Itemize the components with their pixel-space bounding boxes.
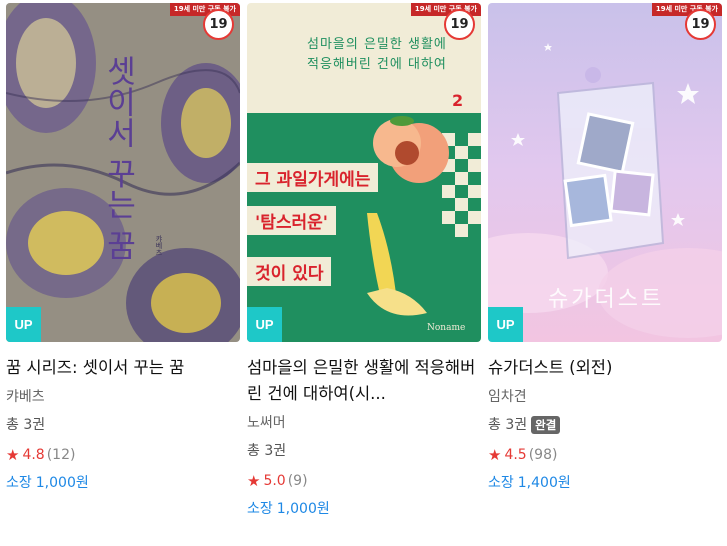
star-icon: ★ <box>488 446 502 464</box>
book-cover[interactable]: 슈가더스트 19세 미만 구독 불가 19 UP <box>488 3 722 342</box>
book-cover[interactable]: 셋이서 꾸는 꿈 캬베츠 19세 미만 구독 불가 19 UP <box>6 3 240 342</box>
rating-score: 4.8 <box>22 447 45 463</box>
book-list: 셋이서 꾸는 꿈 캬베츠 19세 미만 구독 불가 19 UP 꿈 시리즈: 셋… <box>0 0 727 546</box>
book-price: 소장 1,000원 <box>6 472 240 494</box>
volume-count-text: 총 3권 <box>488 417 528 433</box>
rating-score: 4.5 <box>504 447 527 463</box>
price-label: 소장 <box>488 475 514 491</box>
book-rating: ★ 4.5 (98) <box>488 444 722 466</box>
book-rating: ★ 5.0 (9) <box>247 470 481 492</box>
svg-text:Noname: Noname <box>427 323 465 333</box>
book-author[interactable]: 캬베츠 <box>6 386 240 408</box>
book-author[interactable]: 임차견 <box>488 386 722 408</box>
book-card[interactable]: Noname 섬마을의 은밀한 생활에 적응해버린 건에 대하여 2 그 과일가… <box>247 3 481 520</box>
up-badge: UP <box>488 307 523 342</box>
age-rating-badge: 19 <box>685 9 716 40</box>
cover-title: 셋이서 꾸는 꿈 <box>100 55 136 261</box>
book-price: 소장 1,000원 <box>247 498 481 520</box>
age-rating-badge: 19 <box>444 9 475 40</box>
book-title[interactable]: 꿈 시리즈: 셋이서 꾸는 꿈 <box>6 355 240 381</box>
price-value: 1,400원 <box>517 475 571 491</box>
volume-count: 총 3권 <box>6 414 240 436</box>
price-value: 1,000원 <box>35 475 89 491</box>
cover-tag-2: '탐스러운' <box>247 206 336 235</box>
book-card[interactable]: 셋이서 꾸는 꿈 캬베츠 19세 미만 구독 불가 19 UP 꿈 시리즈: 셋… <box>6 3 240 494</box>
cover-headline-1: 섬마을의 은밀한 생활에 <box>307 37 447 52</box>
rating-count: (9) <box>287 473 308 489</box>
age-rating-badge: 19 <box>203 9 234 40</box>
book-title[interactable]: 섬마을의 은밀한 생활에 적응해버린 건에 대하여(시... <box>247 355 481 407</box>
price-label: 소장 <box>6 475 32 491</box>
up-badge: UP <box>6 307 41 342</box>
book-price: 소장 1,400원 <box>488 472 722 494</box>
cover-title: 슈가더스트 <box>548 287 665 312</box>
rating-score: 5.0 <box>263 473 286 489</box>
volume-count-text: 총 3권 <box>6 417 46 433</box>
book-card[interactable]: 슈가더스트 19세 미만 구독 불가 19 UP 슈가더스트 (외전) 임차견 … <box>488 3 722 494</box>
cover-volume-number: 2 <box>452 91 464 110</box>
rating-count: (98) <box>528 447 558 463</box>
up-badge: UP <box>247 307 282 342</box>
complete-badge: 완결 <box>531 416 561 434</box>
book-title[interactable]: 슈가더스트 (외전) <box>488 355 722 381</box>
volume-count: 총 3권 완결 <box>488 414 722 436</box>
star-icon: ★ <box>6 446 20 464</box>
cover-headline-2: 적응해버린 건에 대하여 <box>307 57 447 72</box>
cover-author: 캬베츠 <box>155 235 163 256</box>
star-icon: ★ <box>247 472 261 490</box>
book-cover[interactable]: Noname 섬마을의 은밀한 생활에 적응해버린 건에 대하여 2 그 과일가… <box>247 3 481 342</box>
volume-count-text: 총 3권 <box>247 443 287 459</box>
book-rating: ★ 4.8 (12) <box>6 444 240 466</box>
book-author[interactable]: 노써머 <box>247 412 481 434</box>
volume-count: 총 3권 <box>247 440 481 462</box>
cover-tag-1: 그 과일가게에는 <box>247 163 379 192</box>
price-label: 소장 <box>247 501 273 517</box>
price-value: 1,000원 <box>276 501 330 517</box>
rating-count: (12) <box>46 447 76 463</box>
cover-tag-3: 것이 있다 <box>247 257 332 286</box>
